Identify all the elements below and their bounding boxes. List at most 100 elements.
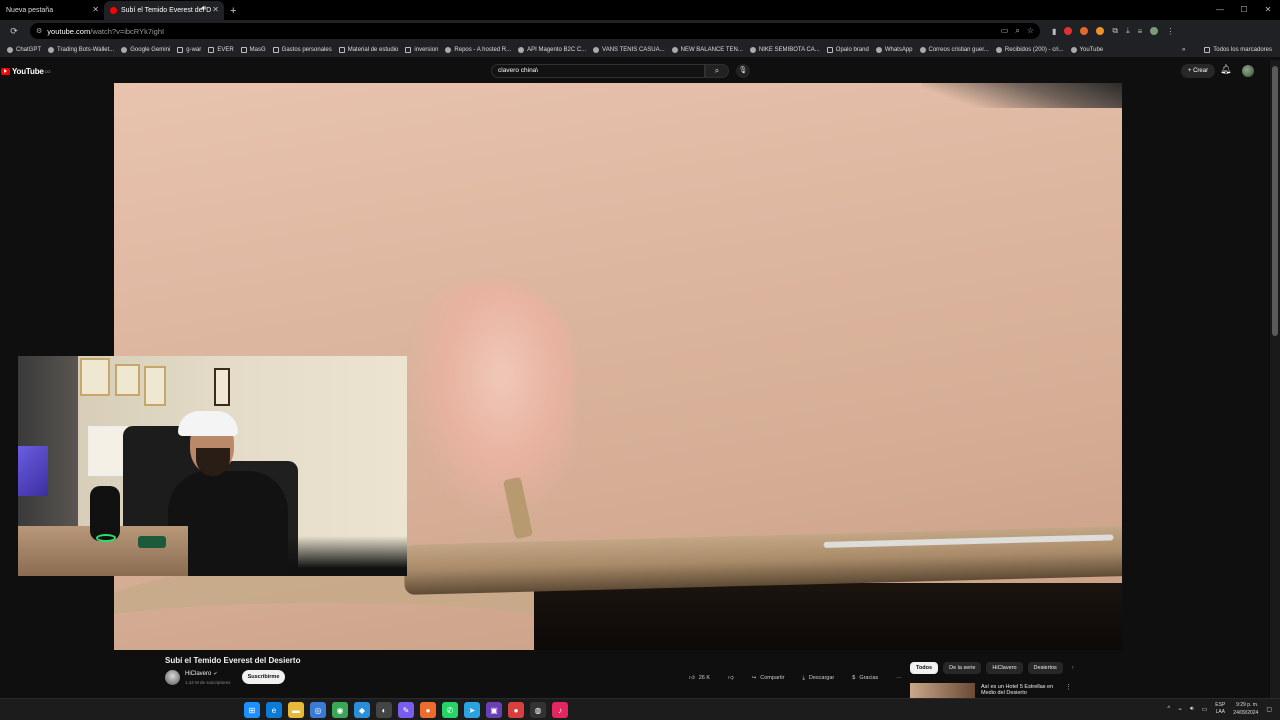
close-icon[interactable]: ✕ <box>212 5 219 14</box>
bookmark-item[interactable]: VANS TENIS CASUA... <box>593 46 665 53</box>
chip-channel[interactable]: HiClavero <box>986 662 1023 674</box>
clock[interactable]: 9:29 p. m. 24/09/2024 <box>1233 701 1258 717</box>
bookmark-item[interactable]: NEW BALANCE TEN... <box>671 46 743 53</box>
postman-icon[interactable]: ● <box>420 702 436 718</box>
notification-icon[interactable]: ▢ <box>1266 706 1272 713</box>
chevron-double-right-icon[interactable]: » <box>1182 47 1185 53</box>
bookmark-item[interactable]: Gastos personales <box>272 46 332 53</box>
zoom-icon[interactable]: ⌕ <box>1015 26 1019 36</box>
whatsapp-icon[interactable]: ✆ <box>442 702 458 718</box>
account-avatar[interactable] <box>1242 65 1254 77</box>
download-button[interactable]: ⤓ Descargar <box>796 672 841 684</box>
app-red-icon[interactable]: ● <box>508 702 524 718</box>
bookmark-item[interactable]: inversion <box>405 46 438 53</box>
more-actions-button[interactable]: ··· <box>890 672 908 684</box>
extension-icon[interactable]: ▮ <box>1052 27 1056 36</box>
bookmark-item[interactable]: WhatsApp <box>875 46 913 53</box>
create-label: Crear <box>1193 68 1209 74</box>
site-info-icon[interactable]: ⚙︎ <box>36 27 42 35</box>
bookmark-item[interactable]: g-war <box>177 46 201 53</box>
vscode-icon[interactable]: ◆ <box>354 702 370 718</box>
pen-icon[interactable]: ✎ <box>398 702 414 718</box>
mail-icon <box>919 46 926 53</box>
new-tab-button[interactable]: + <box>230 1 236 20</box>
channel-name[interactable]: HiClavero ✔︎ <box>185 671 218 677</box>
channel-avatar[interactable] <box>165 670 180 685</box>
star-icon[interactable]: ☆ <box>1027 26 1034 36</box>
profile-icon[interactable] <box>1150 27 1159 35</box>
cursor-icon[interactable]: ◐ <box>376 702 392 718</box>
volume-icon[interactable]: 🔊︎ <box>1190 706 1194 713</box>
chip-deserts[interactable]: Desiertos <box>1027 662 1063 674</box>
bookmark-item[interactable]: ChatGPT <box>7 46 41 53</box>
close-icon[interactable]: ✕ <box>92 5 99 14</box>
bookmark-item[interactable]: Google Gemini <box>121 46 170 53</box>
language-indicator[interactable]: ESP LAA <box>1215 702 1225 716</box>
tab-youtube-video[interactable]: Subí el Temido Everest del D 🔊︎ ✕ <box>104 1 224 20</box>
chevron-right-icon[interactable]: › <box>1072 662 1074 674</box>
reading-list-icon[interactable]: ≡ <box>1138 27 1143 36</box>
voice-search-button[interactable]: 🎙︎ <box>736 64 750 78</box>
bookmark-item[interactable]: MasG <box>240 46 266 53</box>
bookmark-item[interactable]: Recibidos (200) - cri... <box>995 46 1064 53</box>
more-vert-icon[interactable]: ⋮ <box>1065 683 1072 691</box>
maximize-icon[interactable]: ☐ <box>1232 0 1256 20</box>
subscribe-button[interactable]: Suscribirme <box>242 670 285 684</box>
bookmark-item[interactable]: Repos - A hosted R... <box>445 46 511 53</box>
chrome-icon[interactable]: ◉ <box>332 702 348 718</box>
chevron-up-icon[interactable]: ^ <box>1167 706 1170 712</box>
edge-icon[interactable]: e <box>266 702 282 718</box>
all-bookmarks-button[interactable]: Todos los marcadores <box>1204 46 1272 53</box>
visual-studio-icon[interactable]: ▣ <box>486 702 502 718</box>
notifications-bell-icon[interactable]: 🔔︎ <box>1220 64 1231 75</box>
bookmark-item[interactable]: Opalo brand <box>826 46 869 53</box>
reload-icon[interactable]: ⟳ <box>4 26 24 37</box>
like-button[interactable]: 👍︎ 26 K <box>683 672 717 684</box>
app-icon[interactable]: ◎ <box>310 702 326 718</box>
download-icon[interactable]: ⤓ <box>1126 26 1130 36</box>
extension-metamask-icon[interactable] <box>1096 27 1105 35</box>
close-icon[interactable]: ✕ <box>1256 0 1280 20</box>
extension-red-icon[interactable] <box>1064 27 1073 35</box>
recommendation-title[interactable]: Así es un Hotel 5 Estrellas en Medio del… <box>981 684 1061 696</box>
speaker-icon[interactable]: 🔊︎ <box>202 5 206 13</box>
extensions-puzzle-icon[interactable]: ⧉ <box>1112 26 1118 36</box>
thanks-button[interactable]: $ Gracias <box>846 672 885 684</box>
minimize-icon[interactable]: — <box>1208 0 1232 20</box>
recommendation-thumbnail[interactable] <box>910 683 975 698</box>
youtube-logo[interactable]: YouTube CO <box>1 67 50 76</box>
tab-new[interactable]: Nueva pestaña ✕ <box>0 1 104 20</box>
cast-icon[interactable]: ▭ <box>1001 26 1009 36</box>
url-input[interactable]: ⚙︎ youtube.com/watch?v=ibcRYk7ighI ▭ ⌕ ☆ <box>30 23 1040 39</box>
search-button[interactable]: ⌕ <box>705 64 729 78</box>
bookmark-item[interactable]: Correos cristian guer... <box>919 46 989 53</box>
tiktok-icon[interactable]: ♪ <box>552 702 568 718</box>
extension-orange-icon[interactable] <box>1080 27 1089 35</box>
globe-icon <box>518 46 525 53</box>
bookmark-label: Material de estudio <box>347 46 399 53</box>
bookmark-item[interactable]: Trading Bots-Wallet... <box>48 46 114 53</box>
create-button[interactable]: + Crear <box>1181 64 1215 78</box>
chip-series[interactable]: De la serie <box>943 662 982 674</box>
file-explorer-icon[interactable]: ▬ <box>288 702 304 718</box>
clock-time: 9:29 p. m. <box>1236 702 1259 708</box>
telegram-icon[interactable]: ➤ <box>464 702 480 718</box>
dislike-button[interactable]: 👎︎ <box>722 672 740 684</box>
bookmark-item[interactable]: Material de estudio <box>338 46 399 53</box>
gmail-icon <box>995 46 1002 53</box>
battery-icon[interactable]: ▭ <box>1202 706 1208 713</box>
obs-icon[interactable]: ◍ <box>530 702 546 718</box>
bookmark-item[interactable]: EVER <box>208 46 234 53</box>
search-input[interactable]: clavero china\ <box>491 64 705 78</box>
bookmark-item[interactable]: YouTube <box>1070 46 1103 53</box>
menu-icon[interactable]: ⋮ <box>1166 27 1174 36</box>
page-scrollbar[interactable] <box>1270 60 1280 698</box>
network-icon[interactable]: ⌁ <box>1178 706 1182 713</box>
bookmark-item[interactable]: NIKE SEMIBOTA CA... <box>749 46 820 53</box>
scrollbar-thumb[interactable] <box>1272 66 1278 336</box>
share-button[interactable]: ↪ Compartir <box>745 672 791 684</box>
bookmark-item[interactable]: API Magento B2C C... <box>518 46 586 53</box>
bookmarks-right: » Todos los marcadores <box>1182 46 1272 53</box>
chip-all[interactable]: Todos <box>910 662 939 674</box>
windows-start-icon[interactable]: ⊞ <box>244 702 260 718</box>
